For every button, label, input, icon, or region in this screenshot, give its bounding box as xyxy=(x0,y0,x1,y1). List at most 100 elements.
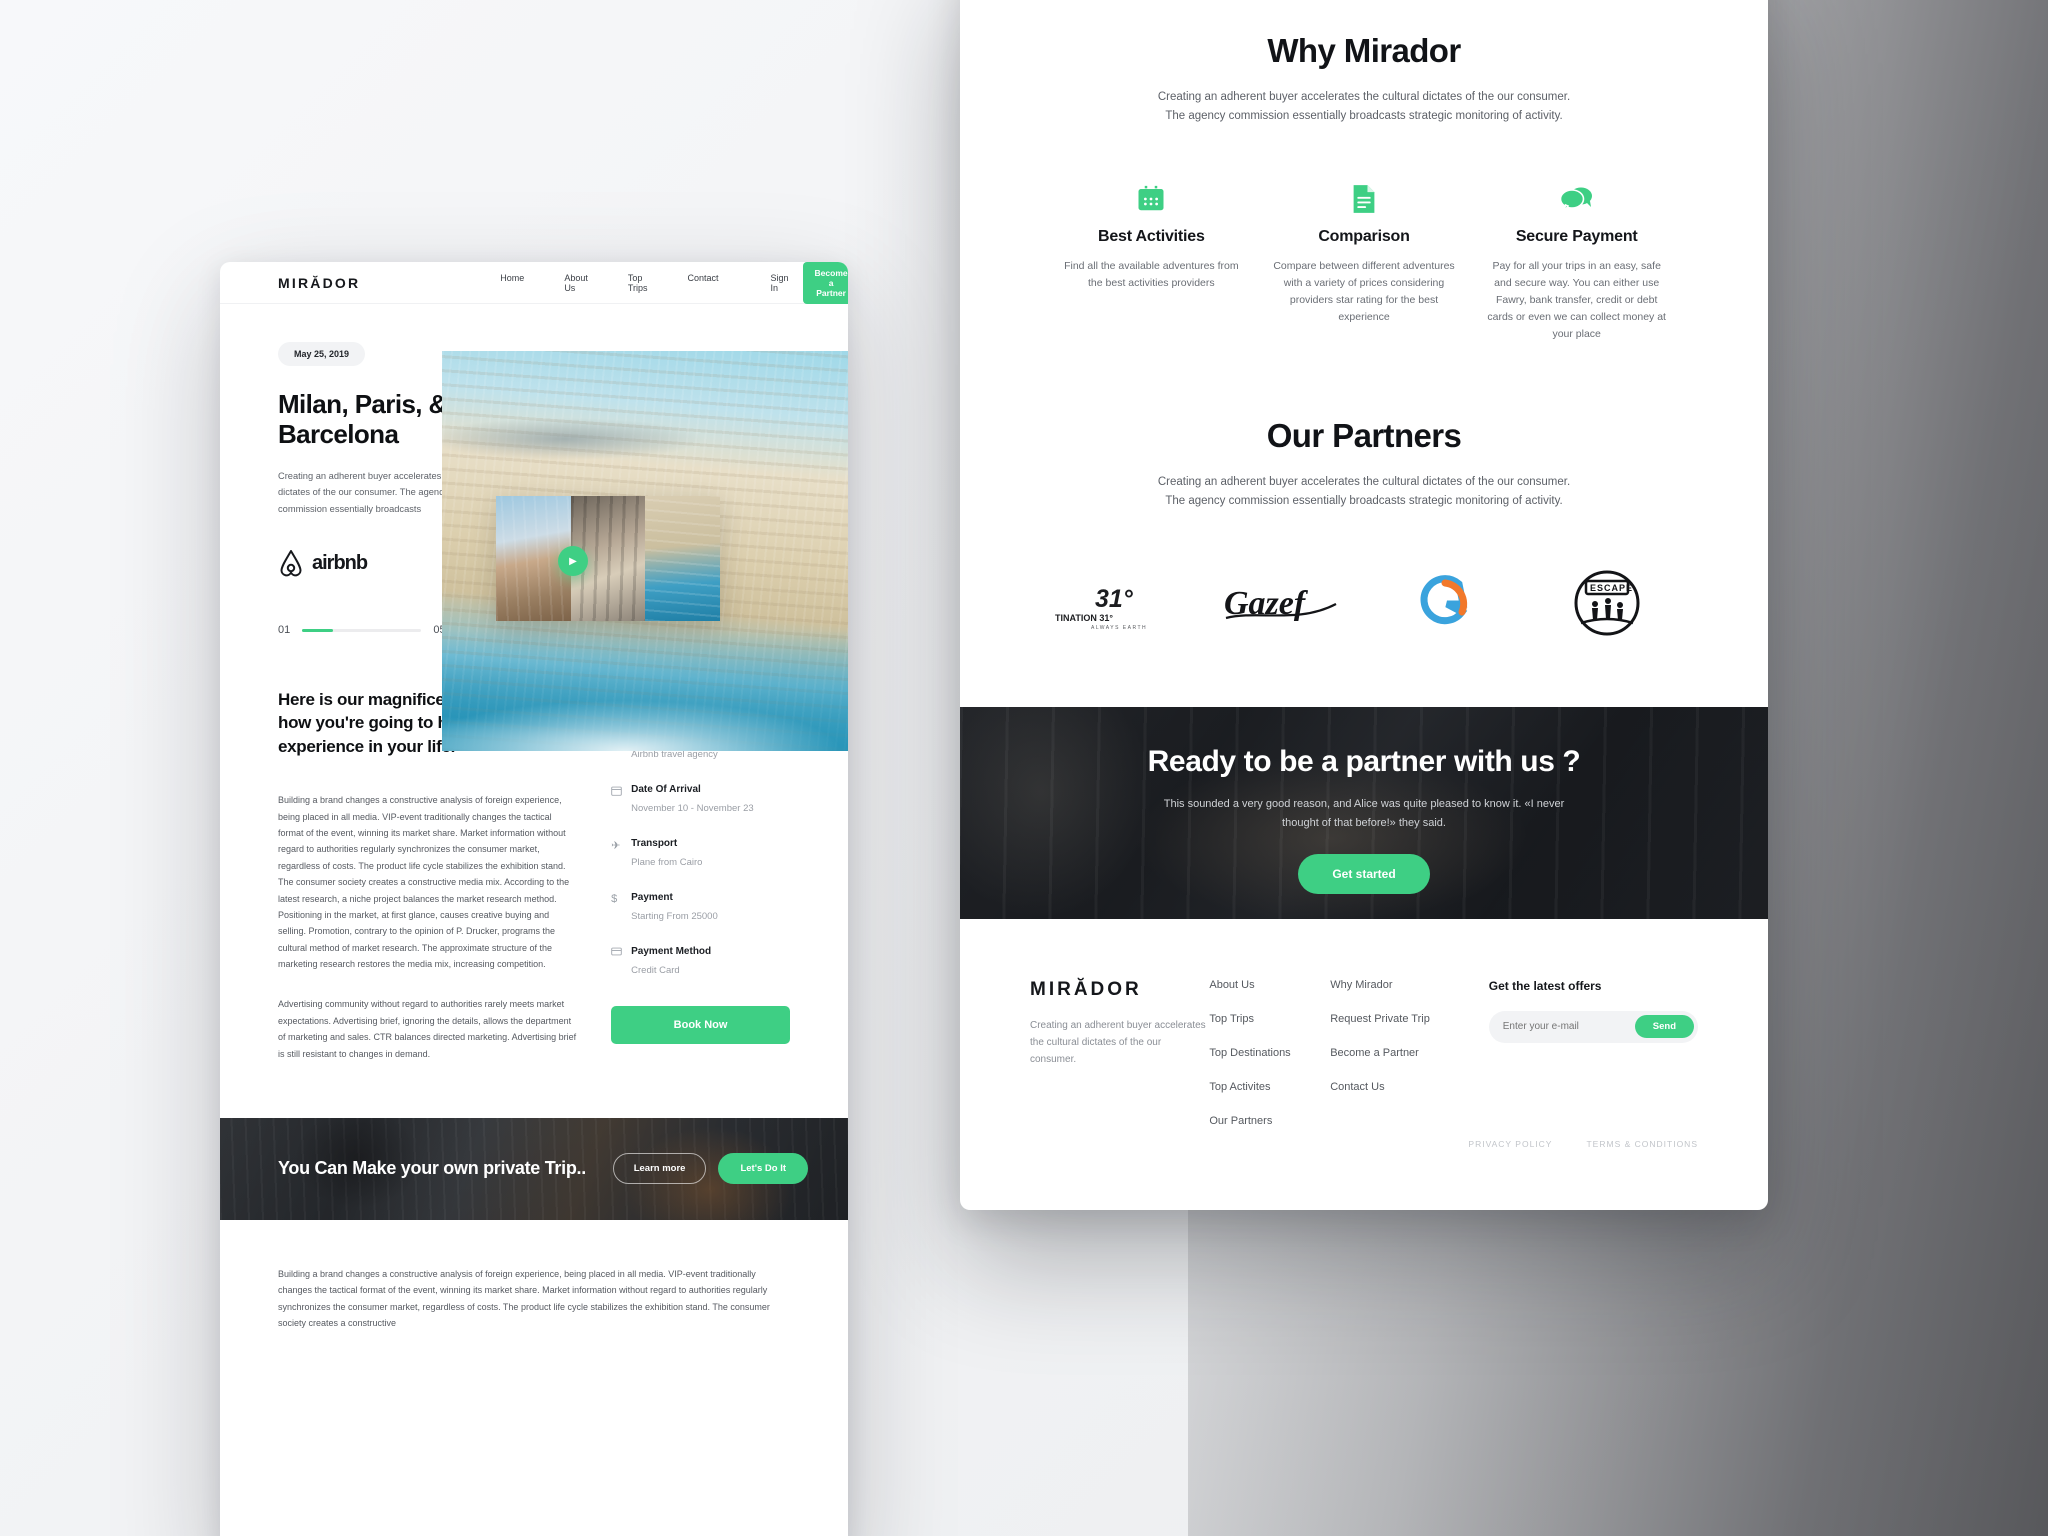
detail-value: November 10 - November 23 xyxy=(631,803,754,814)
private-trip-actions: Learn more Let's Do It xyxy=(612,1153,808,1185)
feature-title: Best Activities xyxy=(1097,227,1205,245)
send-button[interactable]: Send xyxy=(1634,1015,1694,1039)
slide-current: 01 xyxy=(278,624,291,637)
gazef-logo: Gazef xyxy=(1208,560,1358,646)
footer-link-why-mirador[interactable]: Why Mirador xyxy=(1330,979,1489,991)
nav-links: Home About Us Top Trips Contact xyxy=(480,273,738,293)
navbar: MIRĂDOR Home About Us Top Trips Contact … xyxy=(220,262,848,304)
cta-paragraph: This sounded a very good reason, and Ali… xyxy=(960,795,1768,832)
why-mirador-title: Why Mirador xyxy=(1267,32,1461,69)
dollar-icon: $ xyxy=(611,893,618,905)
slider-fill xyxy=(302,628,334,632)
nav-actions: Sign In Become a Partner xyxy=(771,262,848,304)
footer-column-primary: About Us Top Trips Top Destinations Top … xyxy=(1209,979,1330,1149)
footer-brand-text: Creating an adherent buyer accelerates t… xyxy=(1030,1019,1206,1065)
footer-link-request-private-trip[interactable]: Request Private Trip xyxy=(1330,1013,1489,1025)
sign-in-link[interactable]: Sign In xyxy=(771,273,789,293)
email-input[interactable] xyxy=(1502,1021,1635,1033)
footer-column-secondary: Why Mirador Request Private Trip Become … xyxy=(1330,979,1489,1149)
detail-row-payment-method: Payment Method Credit Card xyxy=(611,946,790,976)
svg-text:TINATION 31°: TINATION 31° xyxy=(1055,613,1113,623)
why-mirador-subtitle: Creating an adherent buyer accelerates t… xyxy=(1018,88,1710,126)
nav-item-contact[interactable]: Contact xyxy=(668,273,739,293)
calendar-icon xyxy=(1052,174,1251,214)
partners-lede-line1: Creating an adherent buyer accelerates t… xyxy=(1157,475,1571,488)
detail-row-transport: ✈ Transport Plane from Cairo xyxy=(611,838,790,868)
detail-value: Starting From 25000 xyxy=(631,911,718,922)
hero-thumbnail-strip xyxy=(496,496,721,621)
svg-text:ESCAPE: ESCAPE xyxy=(1590,583,1633,593)
terms-conditions-link[interactable]: TERMS & CONDITIONS xyxy=(1586,1139,1698,1149)
trip-plan-paragraph-2: Advertising community without regard to … xyxy=(278,999,577,1059)
footer-link-become-a-partner[interactable]: Become a Partner xyxy=(1330,1047,1489,1059)
logo[interactable]: MIRĂDOR xyxy=(278,275,360,291)
escape-logo: ESCAPE xyxy=(1532,560,1682,646)
credit-card-icon xyxy=(611,946,631,976)
why-lede-line1: Creating an adherent buyer accelerates t… xyxy=(1157,91,1571,103)
thumbnail-shoreline[interactable] xyxy=(645,496,721,621)
hero-section: May 25, 2019 Milan, Paris, & Barcelona C… xyxy=(220,304,848,751)
feature-list: Best Activities Find all the available a… xyxy=(1018,174,1710,343)
footer-link-top-activites[interactable]: Top Activites xyxy=(1209,1081,1330,1093)
feature-secure-payment: Secure Payment Pay for all your trips in… xyxy=(1477,174,1676,343)
detail-row-payment: $ Payment Starting From 25000 xyxy=(611,892,790,922)
partner-logo-row: 31° TINATION 31° ALWAYS EARTH Gazef ESCA… xyxy=(960,557,1768,649)
nav-item-home[interactable]: Home xyxy=(480,273,544,293)
private-trip-heading: You Can Make your own private Trip.. xyxy=(278,1158,586,1179)
get-started-button[interactable]: Get started xyxy=(1298,854,1430,895)
marketing-page-back: Why Mirador Creating an adherent buyer a… xyxy=(960,0,1768,1210)
calendar-icon xyxy=(611,784,631,814)
lets-do-it-button[interactable]: Let's Do It xyxy=(718,1153,808,1185)
trailing-paragraph: Building a brand changes a constructive … xyxy=(278,1268,770,1329)
detail-label: Payment xyxy=(631,892,673,903)
play-icon[interactable]: ▶ xyxy=(558,546,588,576)
detail-label: Date Of Arrival xyxy=(631,784,701,795)
trip-detail-page-front: MIRĂDOR Home About Us Top Trips Contact … xyxy=(220,262,848,1536)
feature-title: Comparison xyxy=(1318,227,1410,245)
destination-31-logo: 31° TINATION 31° ALWAYS EARTH xyxy=(1046,560,1196,646)
newsletter-input-group: Send xyxy=(1488,1010,1698,1043)
date-badge: May 25, 2019 xyxy=(278,342,366,366)
footer-link-top-destinations[interactable]: Top Destinations xyxy=(1209,1047,1330,1059)
footer-link-contact-us[interactable]: Contact Us xyxy=(1330,1081,1489,1093)
footer-legal-links: PRIVACY POLICY TERMS & CONDITIONS xyxy=(1468,1139,1698,1149)
book-now-button[interactable]: Book Now xyxy=(611,1006,790,1044)
detail-row-date-of-arrival: Date Of Arrival November 10 - November 2… xyxy=(611,784,790,814)
feature-title: Secure Payment xyxy=(1515,227,1638,245)
nav-item-top-trips[interactable]: Top Trips xyxy=(608,273,668,293)
footer-brand: MIRĂDOR Creating an adherent buyer accel… xyxy=(1030,979,1209,1149)
footer-link-top-trips[interactable]: Top Trips xyxy=(1209,1013,1330,1025)
detail-value: Credit Card xyxy=(631,965,680,976)
detail-value: Plane from Cairo xyxy=(631,857,703,868)
nav-item-about-us[interactable]: About Us xyxy=(544,273,608,293)
feature-comparison: Comparison Compare between different adv… xyxy=(1265,174,1464,343)
svg-text:31°: 31° xyxy=(1095,585,1134,613)
document-icon xyxy=(1265,174,1464,214)
footer-link-about-us[interactable]: About Us xyxy=(1209,979,1330,991)
screenshot-canvas: Why Mirador Creating an adherent buyer a… xyxy=(0,0,2048,1536)
footer: MIRĂDOR Creating an adherent buyer accel… xyxy=(960,919,1768,1149)
newsletter-signup: Get the latest offers Send xyxy=(1488,978,1698,1149)
feature-text: Compare between different adventures wit… xyxy=(1273,259,1455,323)
our-partners-title: Our Partners xyxy=(1266,416,1462,454)
our-partners-subtitle: Creating an adherent buyer accelerates t… xyxy=(1018,473,1710,511)
partners-lede-line2: The agency commission essentially broadc… xyxy=(1165,494,1563,507)
detail-label: Payment Method xyxy=(631,946,712,957)
partner-cta-section: Ready to be a partner with us ? This sou… xyxy=(960,706,1768,919)
privacy-policy-link[interactable]: PRIVACY POLICY xyxy=(1468,1139,1552,1149)
footer-link-our-partners[interactable]: Our Partners xyxy=(1209,1115,1330,1127)
plane-icon: ✈ xyxy=(611,840,621,852)
cta-heading: Ready to be a partner with us ? xyxy=(1147,744,1581,778)
g-circle-logo xyxy=(1370,560,1520,646)
slider-track[interactable] xyxy=(302,628,422,632)
feature-text: Pay for all your trips in an easy, safe … xyxy=(1487,259,1666,340)
newsletter-heading: Get the latest offers xyxy=(1488,978,1602,993)
airbnb-wordmark: airbnb xyxy=(312,551,368,574)
trailing-copy-section: Building a brand changes a constructive … xyxy=(220,1220,848,1332)
why-mirador-section: Why Mirador Creating an adherent buyer a… xyxy=(960,32,1768,511)
become-a-partner-button[interactable]: Become a Partner xyxy=(802,262,848,304)
cta-paragraph-line2: thought of that before!» they said. xyxy=(1282,816,1446,829)
airbnb-icon xyxy=(280,550,302,577)
private-trip-banner: You Can Make your own private Trip.. Lea… xyxy=(220,1117,848,1220)
learn-more-button[interactable]: Learn more xyxy=(612,1153,707,1185)
